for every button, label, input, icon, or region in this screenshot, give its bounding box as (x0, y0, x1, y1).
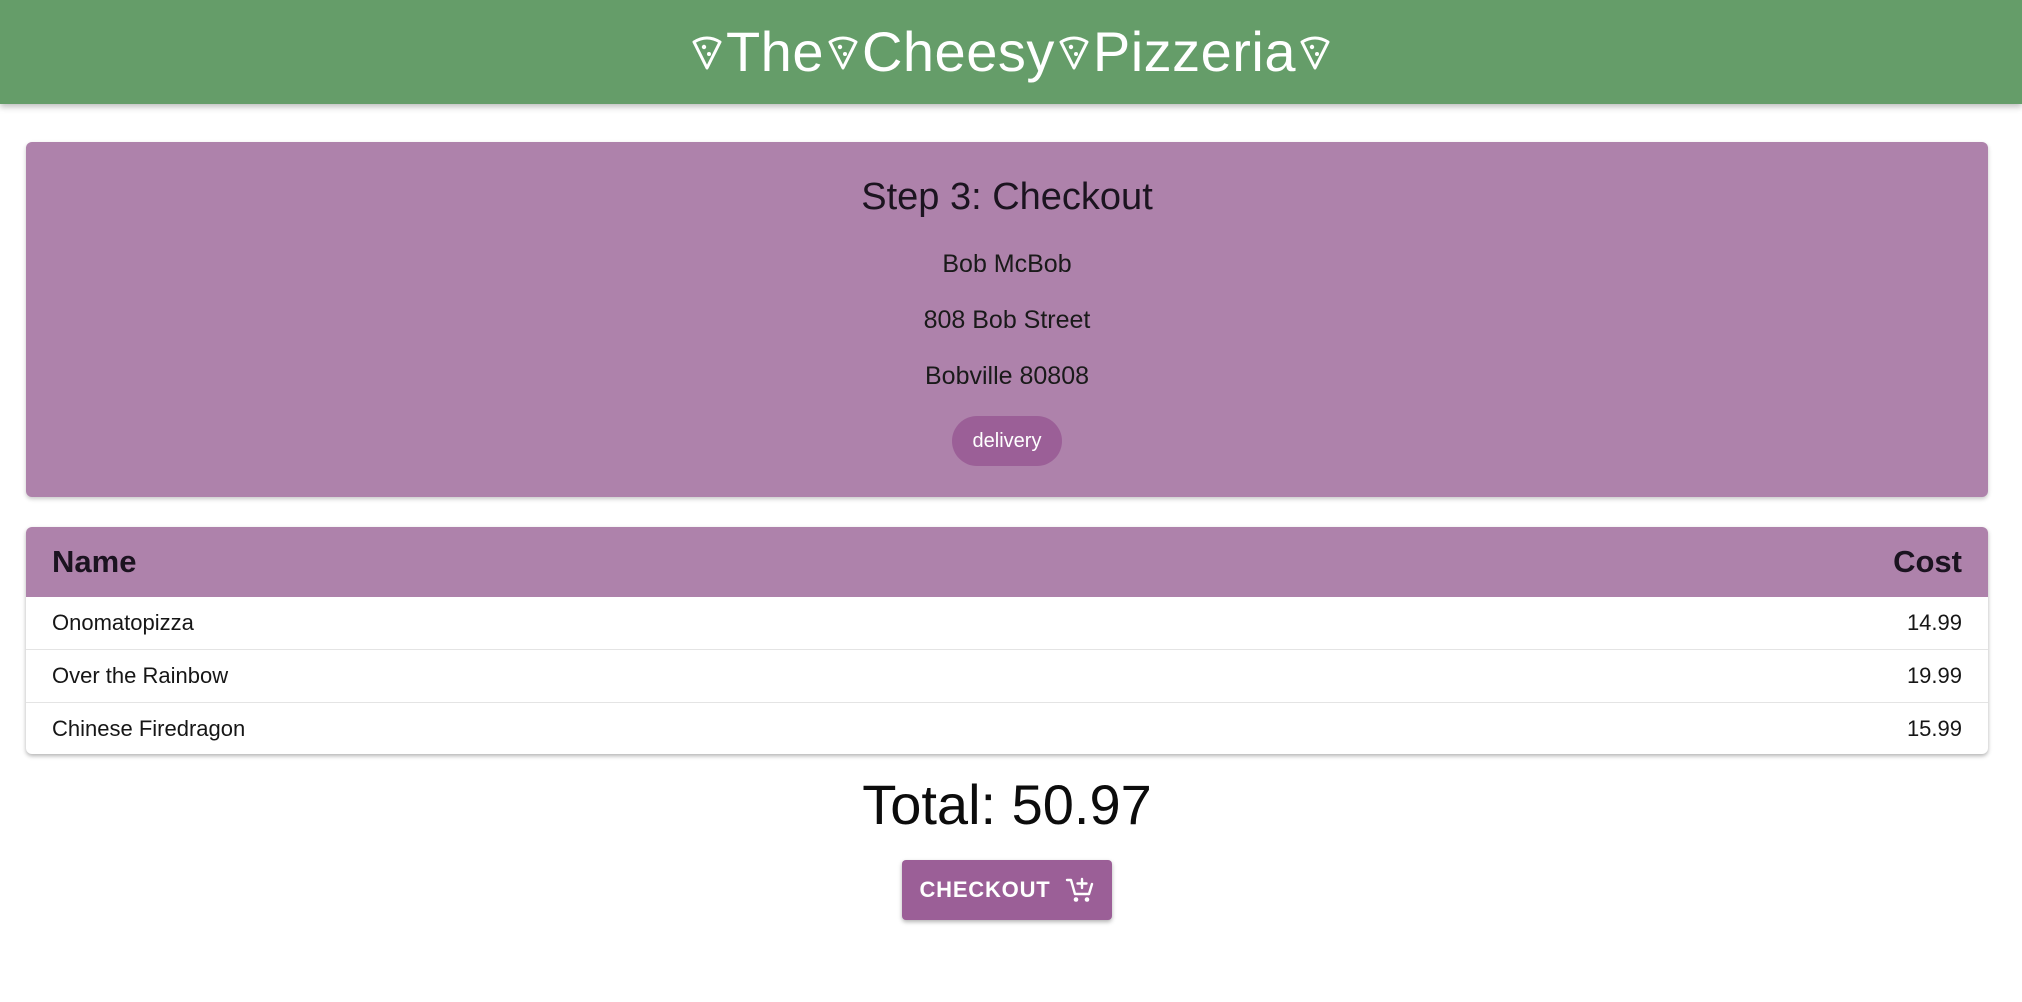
step-heading: Step 3: Checkout (861, 176, 1153, 218)
brand-title: The Cheesy Pizzeria (688, 24, 1334, 80)
address-street: 808 Bob Street (923, 306, 1091, 334)
pizza-slice-icon (1057, 32, 1091, 72)
item-cost: 19.99 (1906, 663, 1962, 688)
item-cost: 15.99 (1906, 716, 1962, 741)
item-cost: 14.99 (1906, 610, 1962, 635)
item-name: Over the Rainbow (52, 663, 229, 688)
order-table: Name Cost Onomatopizza 14.99 Over the Ra… (26, 527, 1988, 754)
delivery-method-chip[interactable]: delivery (952, 416, 1062, 466)
table-header: Name Cost (26, 527, 1988, 597)
table-row: Over the Rainbow 19.99 (26, 650, 1988, 703)
app-header: The Cheesy Pizzeria (0, 0, 2022, 104)
column-header-name: Name (52, 544, 137, 579)
order-total: Total: 50.97 (862, 773, 1152, 836)
address-city-zip: Bobville 80808 (924, 362, 1089, 390)
item-name: Chinese Firedragon (52, 716, 246, 741)
checkout-summary-card: Step 3: Checkout Bob McBob 808 Bob Stree… (26, 142, 1988, 497)
item-name: Onomatopizza (52, 610, 194, 635)
add-shopping-cart-icon (1065, 875, 1095, 905)
brand-word: The (725, 20, 824, 83)
checkout-button-label: CHECKOUT (919, 877, 1051, 902)
table-row: Onomatopizza 14.99 (26, 597, 1988, 650)
column-header-cost: Cost (1893, 544, 1962, 579)
pizza-slice-icon (1298, 32, 1332, 72)
customer-name: Bob McBob (942, 250, 1072, 278)
table-row: Chinese Firedragon 15.99 (26, 703, 1988, 754)
checkout-button[interactable]: CHECKOUT (902, 860, 1112, 920)
brand-word: Pizzeria (1092, 20, 1297, 83)
brand-word: Cheesy (861, 20, 1055, 83)
pizza-slice-icon (826, 32, 860, 72)
pizza-slice-icon (690, 32, 724, 72)
